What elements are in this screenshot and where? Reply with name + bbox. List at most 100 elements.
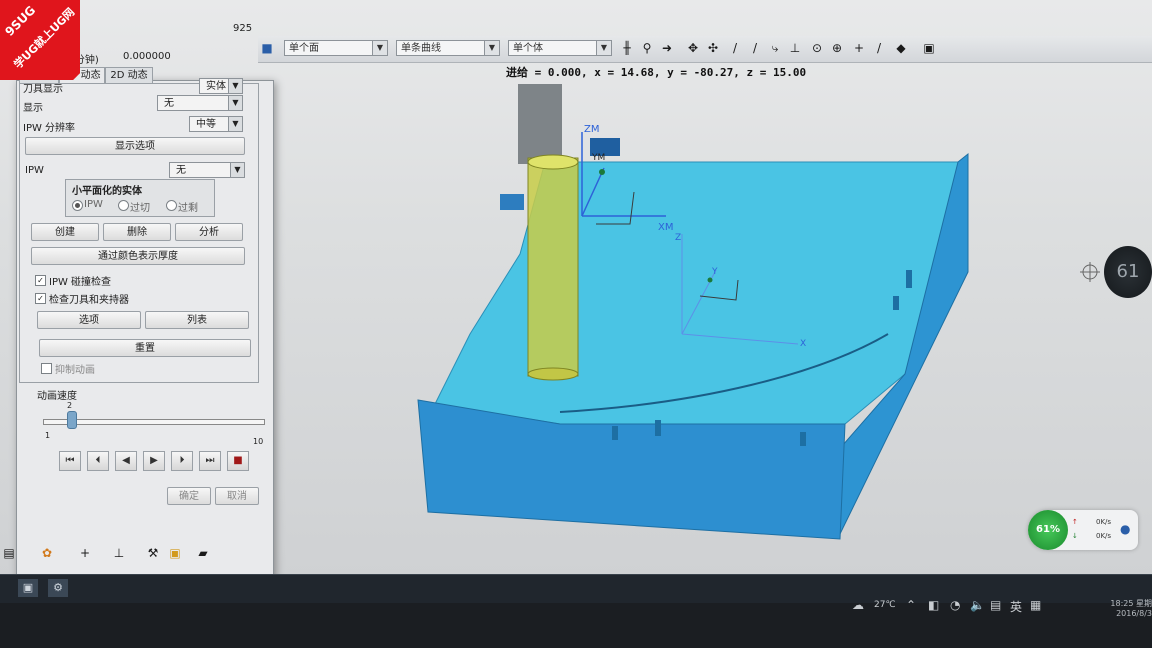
side-notch <box>906 270 912 288</box>
create-button[interactable]: 创建 <box>31 223 99 241</box>
folder-icon[interactable]: ▰ <box>196 546 210 560</box>
create-label: 创建 <box>55 227 75 238</box>
snap-icon[interactable]: ╫ <box>620 41 634 55</box>
paint-icon[interactable]: ✿ <box>40 546 54 560</box>
face-filter-combo[interactable]: 单个面 ▼ <box>284 40 388 56</box>
plus-icon[interactable]: + <box>852 41 866 55</box>
display-options-button[interactable]: 显示选项 <box>25 137 245 155</box>
suppress-animation-checkbox[interactable] <box>41 363 52 374</box>
rotate-icon[interactable]: ✣ <box>706 41 720 55</box>
reset-button[interactable]: 重置 <box>39 339 251 357</box>
tool-display-select[interactable]: 实体 ▼ <box>199 78 243 94</box>
ok-button[interactable]: 确定 <box>167 487 211 505</box>
chevron-down-icon: ▼ <box>372 41 387 55</box>
ipw-collision-label: IPW 碰撞检查 <box>49 277 112 288</box>
ipw-resolution-select[interactable]: 中等 ▼ <box>189 116 243 132</box>
ipw-resolution-value: 中等 <box>196 119 216 130</box>
notification-icon[interactable]: ▦ <box>1030 598 1041 612</box>
layer-icon[interactable]: ▤ <box>2 546 16 560</box>
diagonal-icon[interactable]: / <box>872 41 886 55</box>
body-filter-value: 单个体 <box>513 43 543 54</box>
delete-button[interactable]: 删除 <box>103 223 171 241</box>
taskbar-app-tool-icon[interactable]: ⚙ <box>48 579 68 597</box>
tool-holder-label: 检查刀具和夹持器 <box>49 295 129 306</box>
plus-icon[interactable]: + <box>78 546 92 560</box>
move-icon[interactable]: ✥ <box>686 41 700 55</box>
bottom-toolbar: ▤ ✿ + ⊥ ⚒ ▣ ▰ <box>0 546 260 564</box>
speed-current-value: 2 <box>67 401 73 410</box>
cube-icon[interactable]: ◆ <box>894 41 908 55</box>
ipw-select[interactable]: 无 ▼ <box>169 162 245 178</box>
analyze-button[interactable]: 分析 <box>175 223 243 241</box>
cpu-gauge-value: 61 <box>1116 261 1140 282</box>
radio-overcut[interactable] <box>118 200 129 211</box>
ipw-collision-checkbox[interactable]: ✓ <box>35 275 46 286</box>
chevron-up-icon[interactable]: ⌃ <box>906 598 916 612</box>
view-cube-icon[interactable]: ■ <box>260 41 274 55</box>
front-notch <box>612 426 618 440</box>
stop-button[interactable]: ■ <box>227 451 249 471</box>
cancel-button[interactable]: 取消 <box>215 487 259 505</box>
taskbar-clock[interactable]: 18:25 星期 2016/8/3 <box>1092 598 1152 618</box>
line-icon[interactable]: / <box>728 41 742 55</box>
tab-2d-dynamic[interactable]: 2D 动态 <box>105 67 153 83</box>
display-value: 无 <box>164 98 174 109</box>
radio-ipw[interactable] <box>72 200 83 211</box>
color-thickness-button[interactable]: 通过颜色表示厚度 <box>31 247 245 265</box>
speed-slider-thumb[interactable] <box>67 411 77 429</box>
face-filter-value: 单个面 <box>289 43 319 54</box>
weather-icon[interactable]: ☁ <box>852 598 864 612</box>
taskbar-app-nx-icon[interactable]: ▣ <box>18 579 38 597</box>
y-axis-label: Y <box>711 267 718 277</box>
app-screen: ■ 单个面 ▼ 单条曲线 ▼ 单个体 ▼ ╫ ⚲ ➜ ✥ ✣ / / ⤷ ⊥ ⊙… <box>0 0 1152 578</box>
body-filter-combo[interactable]: 单个体 ▼ <box>508 40 612 56</box>
display-select[interactable]: 无 ▼ <box>157 95 243 111</box>
target-icon[interactable]: ⊕ <box>830 41 844 55</box>
chevron-down-icon: ▼ <box>228 96 242 110</box>
play-button[interactable]: ▶ <box>143 451 165 471</box>
clock-time: 18:25 星期 <box>1110 599 1152 608</box>
arc-icon[interactable]: ⤷ <box>768 41 782 55</box>
delete-label: 删除 <box>127 227 147 238</box>
z-axis-label: Z <box>675 233 681 243</box>
wifi-icon[interactable]: ◔ <box>950 598 960 612</box>
list-button[interactable]: 列表 <box>145 311 249 329</box>
wcs-origin-dot <box>707 277 713 283</box>
slash-icon[interactable]: / <box>748 41 762 55</box>
radio-ipw-label: IPW <box>84 199 103 210</box>
arrow-icon[interactable]: ➜ <box>660 41 674 55</box>
mcs-origin-dot <box>599 169 605 175</box>
message-icon[interactable]: ▤ <box>990 598 1001 612</box>
front-notch <box>800 432 806 446</box>
tool-holder-checkbox[interactable]: ✓ <box>35 293 46 304</box>
rewind-start-button[interactable]: ⏮ <box>59 451 81 471</box>
radio-gouge[interactable] <box>166 200 177 211</box>
fixture-block <box>500 194 524 210</box>
cpu-gauge-widget: 61 <box>1104 246 1152 298</box>
point-icon[interactable]: ⚲ <box>640 41 654 55</box>
measure-icon[interactable]: ⊥ <box>112 546 126 560</box>
step-forward-button[interactable]: ⏵ <box>171 451 193 471</box>
graphics-viewport[interactable]: ZM YM XM Z Y X (毫米每分钟) 925 0.000000 重播 3… <box>0 23 1152 578</box>
anchor-icon[interactable]: ⊥ <box>788 41 802 55</box>
x-axis-label: X <box>800 339 806 349</box>
options-button[interactable]: 选项 <box>37 311 141 329</box>
suppress-animation-label: 抑制动画 <box>55 365 95 376</box>
box-icon[interactable]: ▣ <box>168 546 182 560</box>
step-back-button[interactable]: ⏴ <box>87 451 109 471</box>
network-icon[interactable]: ◧ <box>928 598 939 612</box>
network-speed-widget[interactable]: 61% ↑ 0K/s ↓ 0K/s ● <box>1028 510 1138 550</box>
book-icon[interactable]: ▣ <box>922 41 936 55</box>
chevron-down-icon: ▼ <box>484 41 499 55</box>
tool-icon[interactable]: ⚒ <box>146 546 160 560</box>
chevron-down-icon: ▼ <box>228 79 242 93</box>
analyze-label: 分析 <box>199 227 219 238</box>
side-notch <box>893 296 899 310</box>
fast-forward-button[interactable]: ⏭ <box>199 451 221 471</box>
circle-icon[interactable]: ⊙ <box>810 41 824 55</box>
input-method-icon[interactable]: 英 <box>1010 598 1022 615</box>
reverse-play-button[interactable]: ◀ <box>115 451 137 471</box>
network-percent: 61% <box>1036 524 1060 535</box>
curve-filter-combo[interactable]: 单条曲线 ▼ <box>396 40 500 56</box>
volume-icon[interactable]: 🔈 <box>970 598 985 612</box>
